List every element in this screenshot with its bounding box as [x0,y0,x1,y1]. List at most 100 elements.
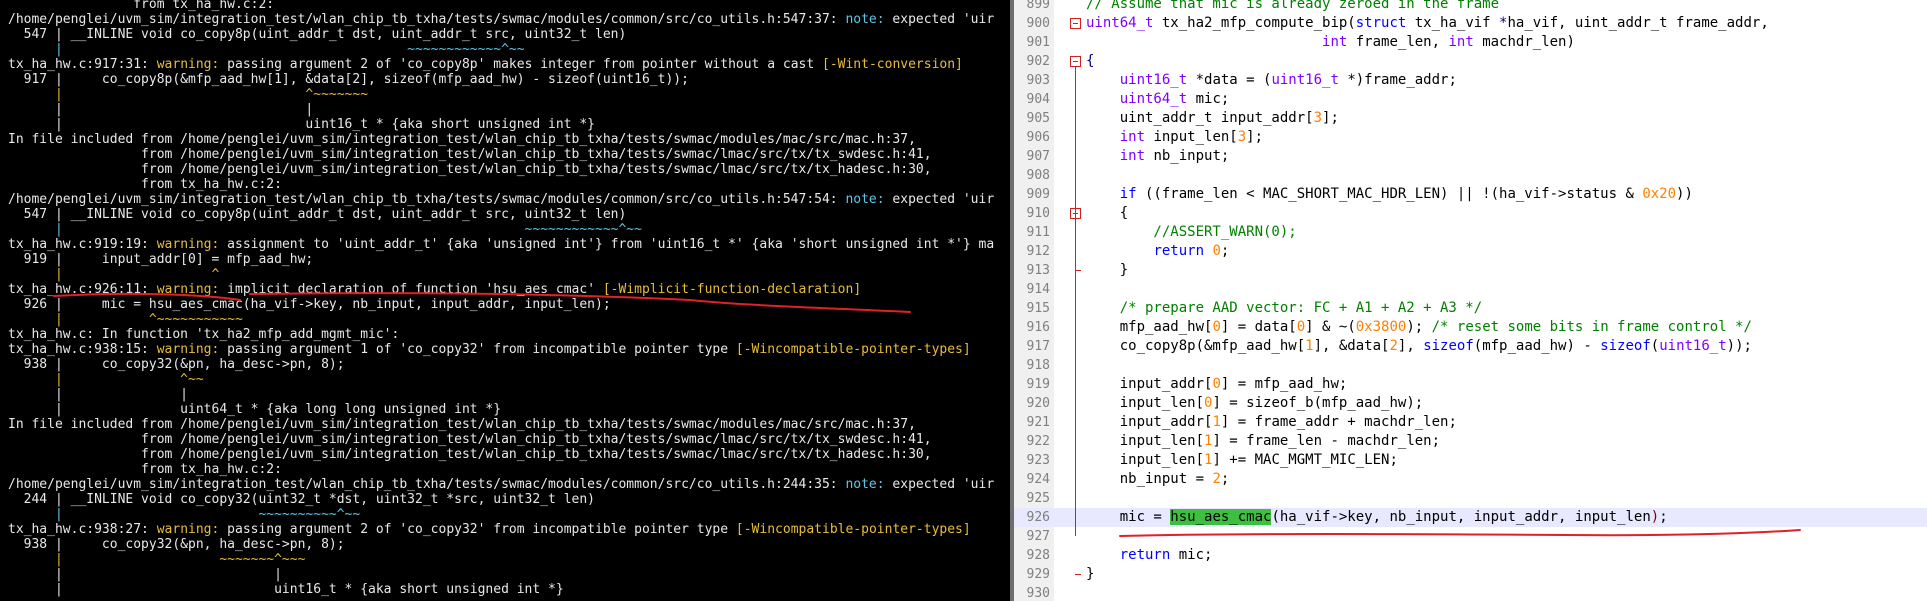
code-text: co_copy8p(&mfp_aad_hw[1], &data[2], size… [1086,337,1752,356]
fold-toggle-icon[interactable] [1070,18,1081,29]
code-text: { [1086,52,1094,71]
code-text: input_len[0] = sizeof_b(mfp_aad_hw); [1086,394,1423,413]
code-token: input_len[ [1086,395,1205,411]
terminal-text: expected 'uir [884,192,995,207]
comment-token: /* reset some bits in frame control */ [1431,319,1752,335]
code-line[interactable]: 922 input_len[1] = frame_len - machdr_le… [1014,432,1927,451]
code-line[interactable]: 923 input_len[1] += MAC_MGMT_MIC_LEN; [1014,451,1927,470]
code-token: ); [1406,319,1432,335]
code-text: } [1086,565,1094,584]
code-token: co_copy8p(&mfp_aad_hw[ [1086,338,1306,354]
line-number: 930 [1026,586,1050,601]
code-line[interactable]: 915 /* prepare AAD vector: FC + A1 + A2 … [1014,299,1927,318]
code-line[interactable]: 921 input_addr[1] = frame_addr + machdr_… [1014,413,1927,432]
code-token: uint_addr_t input_addr[ [1086,110,1314,126]
code-token: (mfp_aad_hw) - [1473,338,1601,354]
code-line[interactable]: 910 { [1014,204,1927,223]
code-line[interactable]: 906 int input_len[3]; [1014,128,1927,147]
code-token: int [1119,148,1146,164]
code-token: 0 [1212,243,1221,259]
code-line[interactable]: 929} [1014,565,1927,584]
current-line[interactable]: 926 mic = hsu_aes_cmac(ha_vif->key, nb_i… [1014,508,1927,527]
terminal-text: expected 'uir [884,12,995,27]
code-line[interactable]: 909 if ((frame_len < MAC_SHORT_MAC_HDR_L… [1014,185,1927,204]
comment-token: /* prepare AAD vector: FC + A1 + A2 + A3… [1086,300,1483,316]
code-token: )) [1676,186,1693,202]
code-token: return [1119,547,1171,563]
code-line[interactable]: 928 return mic; [1014,546,1927,565]
code-line[interactable]: 927 [1014,527,1927,546]
line-number: 921 [1026,415,1050,430]
code-text: uint64_t mic; [1086,90,1230,109]
code-token: mfp_aad_hw[ [1086,319,1213,335]
code-text: input_len[1] += MAC_MGMT_MIC_LEN; [1086,451,1398,470]
code-token: } [1086,262,1129,278]
line-number: 910 [1026,206,1050,221]
code-line[interactable]: 913 } [1014,261,1927,280]
code-line[interactable]: 908 [1014,166,1927,185]
warning-flag: [-Wint-conversion] [822,57,963,72]
code-text: /* prepare AAD vector: FC + A1 + A2 + A3… [1086,299,1482,318]
code-text: if ((frame_len < MAC_SHORT_MAC_HDR_LEN) … [1086,185,1693,204]
code-editor-pane[interactable]: 899 // Assume that mic is already zeroed … [1014,0,1927,601]
code-text: uint16_t *data = (uint16_t *)frame_addr; [1086,71,1457,90]
code-token: machdr_len) [1473,34,1575,50]
code-line[interactable]: 924 nb_input = 2; [1014,470,1927,489]
code-line[interactable]: 901 int frame_len, int machdr_len) [1014,33,1927,52]
line-number: 925 [1026,491,1050,506]
code-token: ha_vif, uint_addr_t frame_addr, [1507,15,1769,31]
code-text: input_len[1] = frame_len - machdr_len; [1086,432,1440,451]
code-line[interactable]: 914 [1014,280,1927,299]
code-token: ] & ~( [1305,319,1356,335]
code-line[interactable]: 925 [1014,489,1927,508]
code-line[interactable]: 905 uint_addr_t input_addr[3]; [1014,109,1927,128]
code-token: input_len[ [1086,433,1205,449]
code-token: mic; [1187,91,1230,107]
line-number: 905 [1026,111,1050,126]
warning-flag: [-Wincompatible-pointer-types] [735,522,971,537]
code-line[interactable]: 900 uint64_t tx_ha2_mfp_compute_bip(struc… [1014,14,1927,33]
code-line[interactable]: 904 uint64_t mic; [1014,90,1927,109]
code-token: ] = sizeof_b(mfp_aad_hw); [1212,395,1424,411]
terminal-pane[interactable]: from tx_ha_hw.c:2:/home/penglei/uvm_sim/… [0,0,1010,601]
code-line[interactable]: 917 co_copy8p(&mfp_aad_hw[1], &data[2], … [1014,337,1927,356]
code-token: 1 [1305,338,1314,354]
line-number: 920 [1026,396,1050,411]
code-token: input_addr[ [1086,414,1213,430]
code-line[interactable]: 912 return 0; [1014,242,1927,261]
code-line[interactable]: 918 [1014,356,1927,375]
code-line[interactable]: 902 { [1014,52,1927,71]
warning-flag: [-Wimplicit-function-declaration] [602,282,862,297]
code-token: frame_len, [1347,34,1449,50]
fold-toggle-icon[interactable] [1070,56,1081,67]
code-line[interactable]: 930 [1014,584,1927,601]
code-line[interactable]: 920 input_len[0] = sizeof_b(mfp_aad_hw); [1014,394,1927,413]
code-text: mic = hsu_aes_cmac(ha_vif->key, nb_input… [1086,508,1668,527]
code-token: ; [1220,471,1230,487]
selected-token: hsu_aes_cmac [1170,509,1272,525]
code-token: 0x3800 [1355,319,1407,335]
comment-token: //ASSERT_WARN(0); [1086,224,1297,240]
code-token: )); [1726,338,1752,354]
code-line[interactable]: 903 uint16_t *data = (uint16_t *)frame_a… [1014,71,1927,90]
line-number: 909 [1026,187,1050,202]
code-line[interactable]: 907 int nb_input; [1014,147,1927,166]
code-token: ; [1220,243,1230,259]
code-token: 0 [1212,376,1221,392]
line-number: 915 [1026,301,1050,316]
code-line[interactable]: 916 mfp_aad_hw[0] = data[0] & ~(0x3800);… [1014,318,1927,337]
code-line[interactable]: 911 //ASSERT_WARN(0); [1014,223,1927,242]
terminal-line: | uint16_t * {aka short unsigned int *} [8,580,564,599]
code-token: 3 [1237,129,1247,145]
line-number: 914 [1026,282,1050,297]
code-token: uint16_t [1119,72,1188,88]
line-number: 903 [1026,73,1050,88]
code-token: uint16_t [1659,338,1727,354]
code-token: uint16_t [1271,72,1339,88]
line-number: 906 [1026,130,1050,145]
code-line[interactable]: 899 // Assume that mic is already zeroed … [1014,0,1927,14]
code-line[interactable]: 919 input_addr[0] = mfp_aad_hw; [1014,375,1927,394]
